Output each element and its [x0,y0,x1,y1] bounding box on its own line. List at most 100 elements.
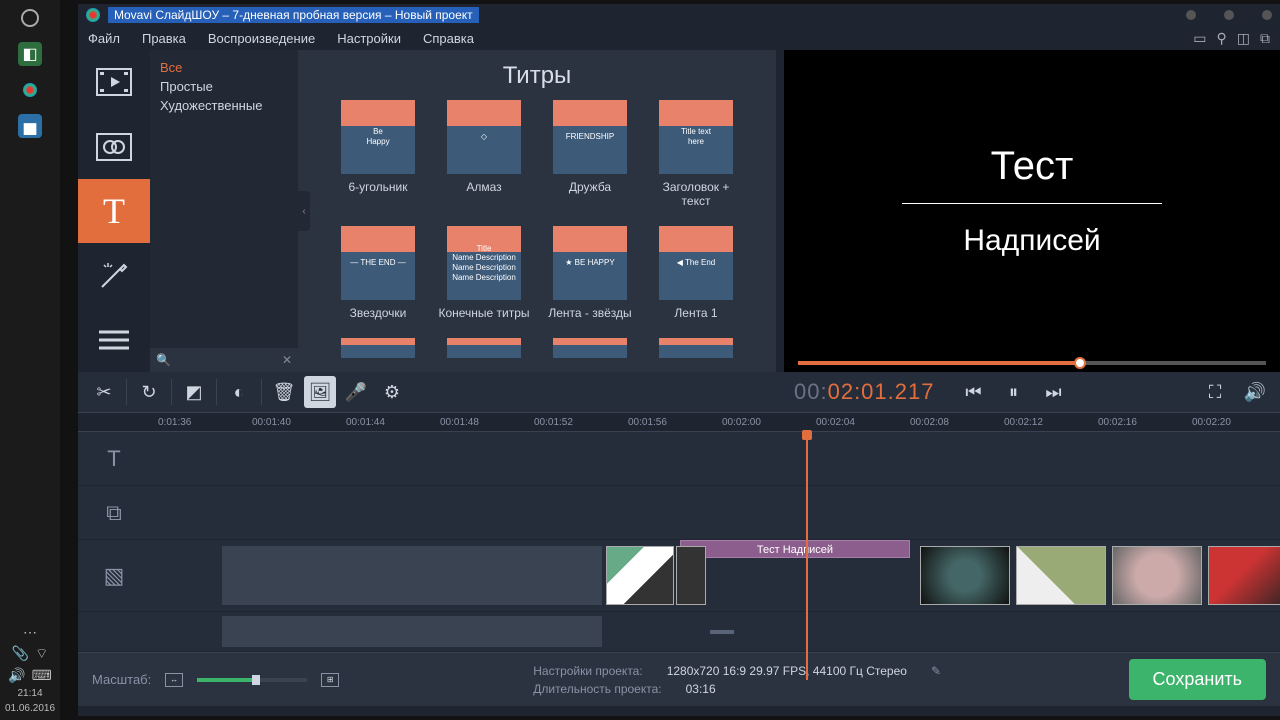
volume-button[interactable]: 🔊 [1240,377,1270,407]
gallery-thumb: BeHappy [341,100,415,174]
clock-time[interactable]: 21:14 [17,688,42,699]
attachment-icon[interactable]: 📎 [12,645,29,663]
preview-stage: Тест Надписей [784,50,1280,352]
prev-button[interactable]: ⏮ [958,377,988,407]
gallery-label: 6-угольник [332,180,424,194]
playback-toolbar: 00:02:01.217 ⏮ ⏸ ⏭ ⛶ 🔊 [784,372,1280,412]
zoom-label: Масштаб: [92,672,151,687]
cut-button[interactable]: ✂ [88,376,120,408]
gallery-thumb: ★ BE HAPPY [553,226,627,300]
ruler-tick: 00:02:04 [816,417,910,428]
menu-help[interactable]: Справка [423,31,474,46]
vk-icon[interactable]: ◫ [1237,30,1250,47]
start-icon[interactable] [18,6,42,30]
minimize-icon[interactable] [1186,10,1196,20]
video-track-icon: ▧ [78,540,150,611]
youtube-icon[interactable]: ▭ [1193,30,1206,47]
zoom-fit-icon[interactable]: ⊞ [321,673,339,687]
color-button[interactable]: ◐ [223,376,255,408]
gallery-thumb: — THE END — [341,226,415,300]
volume-icon[interactable]: 🔊 [8,667,25,684]
title-track[interactable]: T [78,432,1280,486]
category-search[interactable]: 🔍 ✕ [150,348,298,372]
menu-bar: Файл Правка Воспроизведение Настройки Сп… [78,26,1280,50]
ruler-tick: 00:01:52 [534,417,628,428]
crop-button[interactable]: ◩ [178,376,210,408]
edit-project-icon[interactable]: ✎ [931,664,941,678]
taskbar-app-1[interactable]: ◧ [18,42,42,66]
app-window: Movavi СлайдШОУ – 7-дневная пробная верс… [78,4,1280,716]
video-track[interactable]: ▧ Тест Надписей [78,540,1280,612]
wifi-icon[interactable]: ⌔ [35,645,48,663]
taskbar-app-movavi[interactable] [18,78,42,102]
menu-file[interactable]: Файл [88,31,120,46]
audio-track[interactable] [78,612,1280,652]
app-logo-icon [86,8,100,22]
playhead[interactable] [806,432,808,680]
gallery-thumb: ◇ [447,100,521,174]
gallery-thumb: TitleName DescriptionName DescriptionNam… [447,226,521,300]
ruler-tick: 00:02:08 [910,417,1004,428]
filters-tab[interactable] [78,114,150,178]
duration-label: Длительность проекта: [533,682,661,696]
zoom-slider[interactable] [197,678,307,682]
gallery-label: Лента - звёзды [544,306,636,320]
save-button[interactable]: Сохранить [1129,659,1266,700]
gallery-title: Титры [306,62,768,90]
collapse-handle[interactable]: ‹ [298,191,310,231]
gear-button[interactable]: ⚙ [376,376,408,408]
overlay-track[interactable]: ⧉ [78,486,1280,540]
edit-toolbar: ✂ ↻ ◩ ◐ 🗑 🖼 🎤 ⚙ [78,372,784,412]
title-clip[interactable]: Тест Надписей [680,540,910,558]
effects-tab[interactable] [78,243,150,307]
ruler-tick: 00:01:40 [252,417,346,428]
gallery-item[interactable]: TitleName DescriptionName DescriptionNam… [438,226,530,320]
ruler-tick: 0:01:36 [158,417,252,428]
tray-more-icon[interactable]: ⋯ [23,624,37,641]
rotate-button[interactable]: ↻ [133,376,165,408]
gallery-item[interactable]: — THE END — Звездочки [332,226,424,320]
menu-playback[interactable]: Воспроизведение [208,31,315,46]
delete-button[interactable]: 🗑 [268,376,300,408]
next-button[interactable]: ⏭ [1038,377,1068,407]
category-all[interactable]: Все [160,58,288,77]
menu-settings[interactable]: Настройки [337,31,401,46]
gallery-item[interactable]: Title texthereЗаголовок + текст [650,100,742,208]
clock-date[interactable]: 01.06.2016 [5,703,55,714]
preview-title: Тест [991,144,1074,189]
menu-edit[interactable]: Правка [142,31,186,46]
gallery-thumb: FRIENDSHIP [553,100,627,174]
title-track-icon: T [78,432,150,485]
more-tab[interactable] [78,308,150,372]
keyboard-icon[interactable]: ⌨ [32,667,52,684]
pause-button[interactable]: ⏸ [998,377,1028,407]
maximize-icon[interactable] [1224,10,1234,20]
gallery-item[interactable]: ◀ The EndЛента 1 [650,226,742,320]
category-artistic[interactable]: Художественные [160,96,288,115]
gallery-item[interactable]: BeHappy 6-угольник [332,100,424,208]
gallery-item[interactable]: ◇Алмаз [438,100,530,208]
clear-search-icon[interactable]: ✕ [282,353,292,367]
gallery-thumb: Title texthere [659,100,733,174]
close-icon[interactable] [1262,10,1272,20]
mic-button[interactable]: 🎤 [340,376,372,408]
image-mode-button[interactable]: 🖼 [304,376,336,408]
gallery-label: Конечные титры [438,306,530,320]
gallery-label: Звездочки [332,306,424,320]
share-icon[interactable]: ⧉ [1260,30,1270,47]
ok-icon[interactable]: ⚲ [1217,30,1227,47]
zoom-out-icon[interactable]: ↔ [165,673,183,687]
titles-tab[interactable]: T [78,179,150,243]
gallery-item[interactable]: ★ BE HAPPY Лента - звёзды [544,226,636,320]
timeline-ruler[interactable]: 0:01:3600:01:4000:01:4400:01:4800:01:520… [78,412,1280,432]
media-tab[interactable] [78,50,150,114]
gallery-label: Лента 1 [650,306,742,320]
overlay-track-icon: ⧉ [78,486,150,539]
scrub-bar[interactable] [784,352,1280,372]
category-panel: Все Простые Художественные 🔍 ✕ [150,50,298,372]
taskbar-folder[interactable]: ▅ [18,114,42,138]
category-simple[interactable]: Простые [160,77,288,96]
gallery-item[interactable]: FRIENDSHIPДружба [544,100,636,208]
fullscreen-button[interactable]: ⛶ [1200,377,1230,407]
ruler-tick: 00:01:44 [346,417,440,428]
